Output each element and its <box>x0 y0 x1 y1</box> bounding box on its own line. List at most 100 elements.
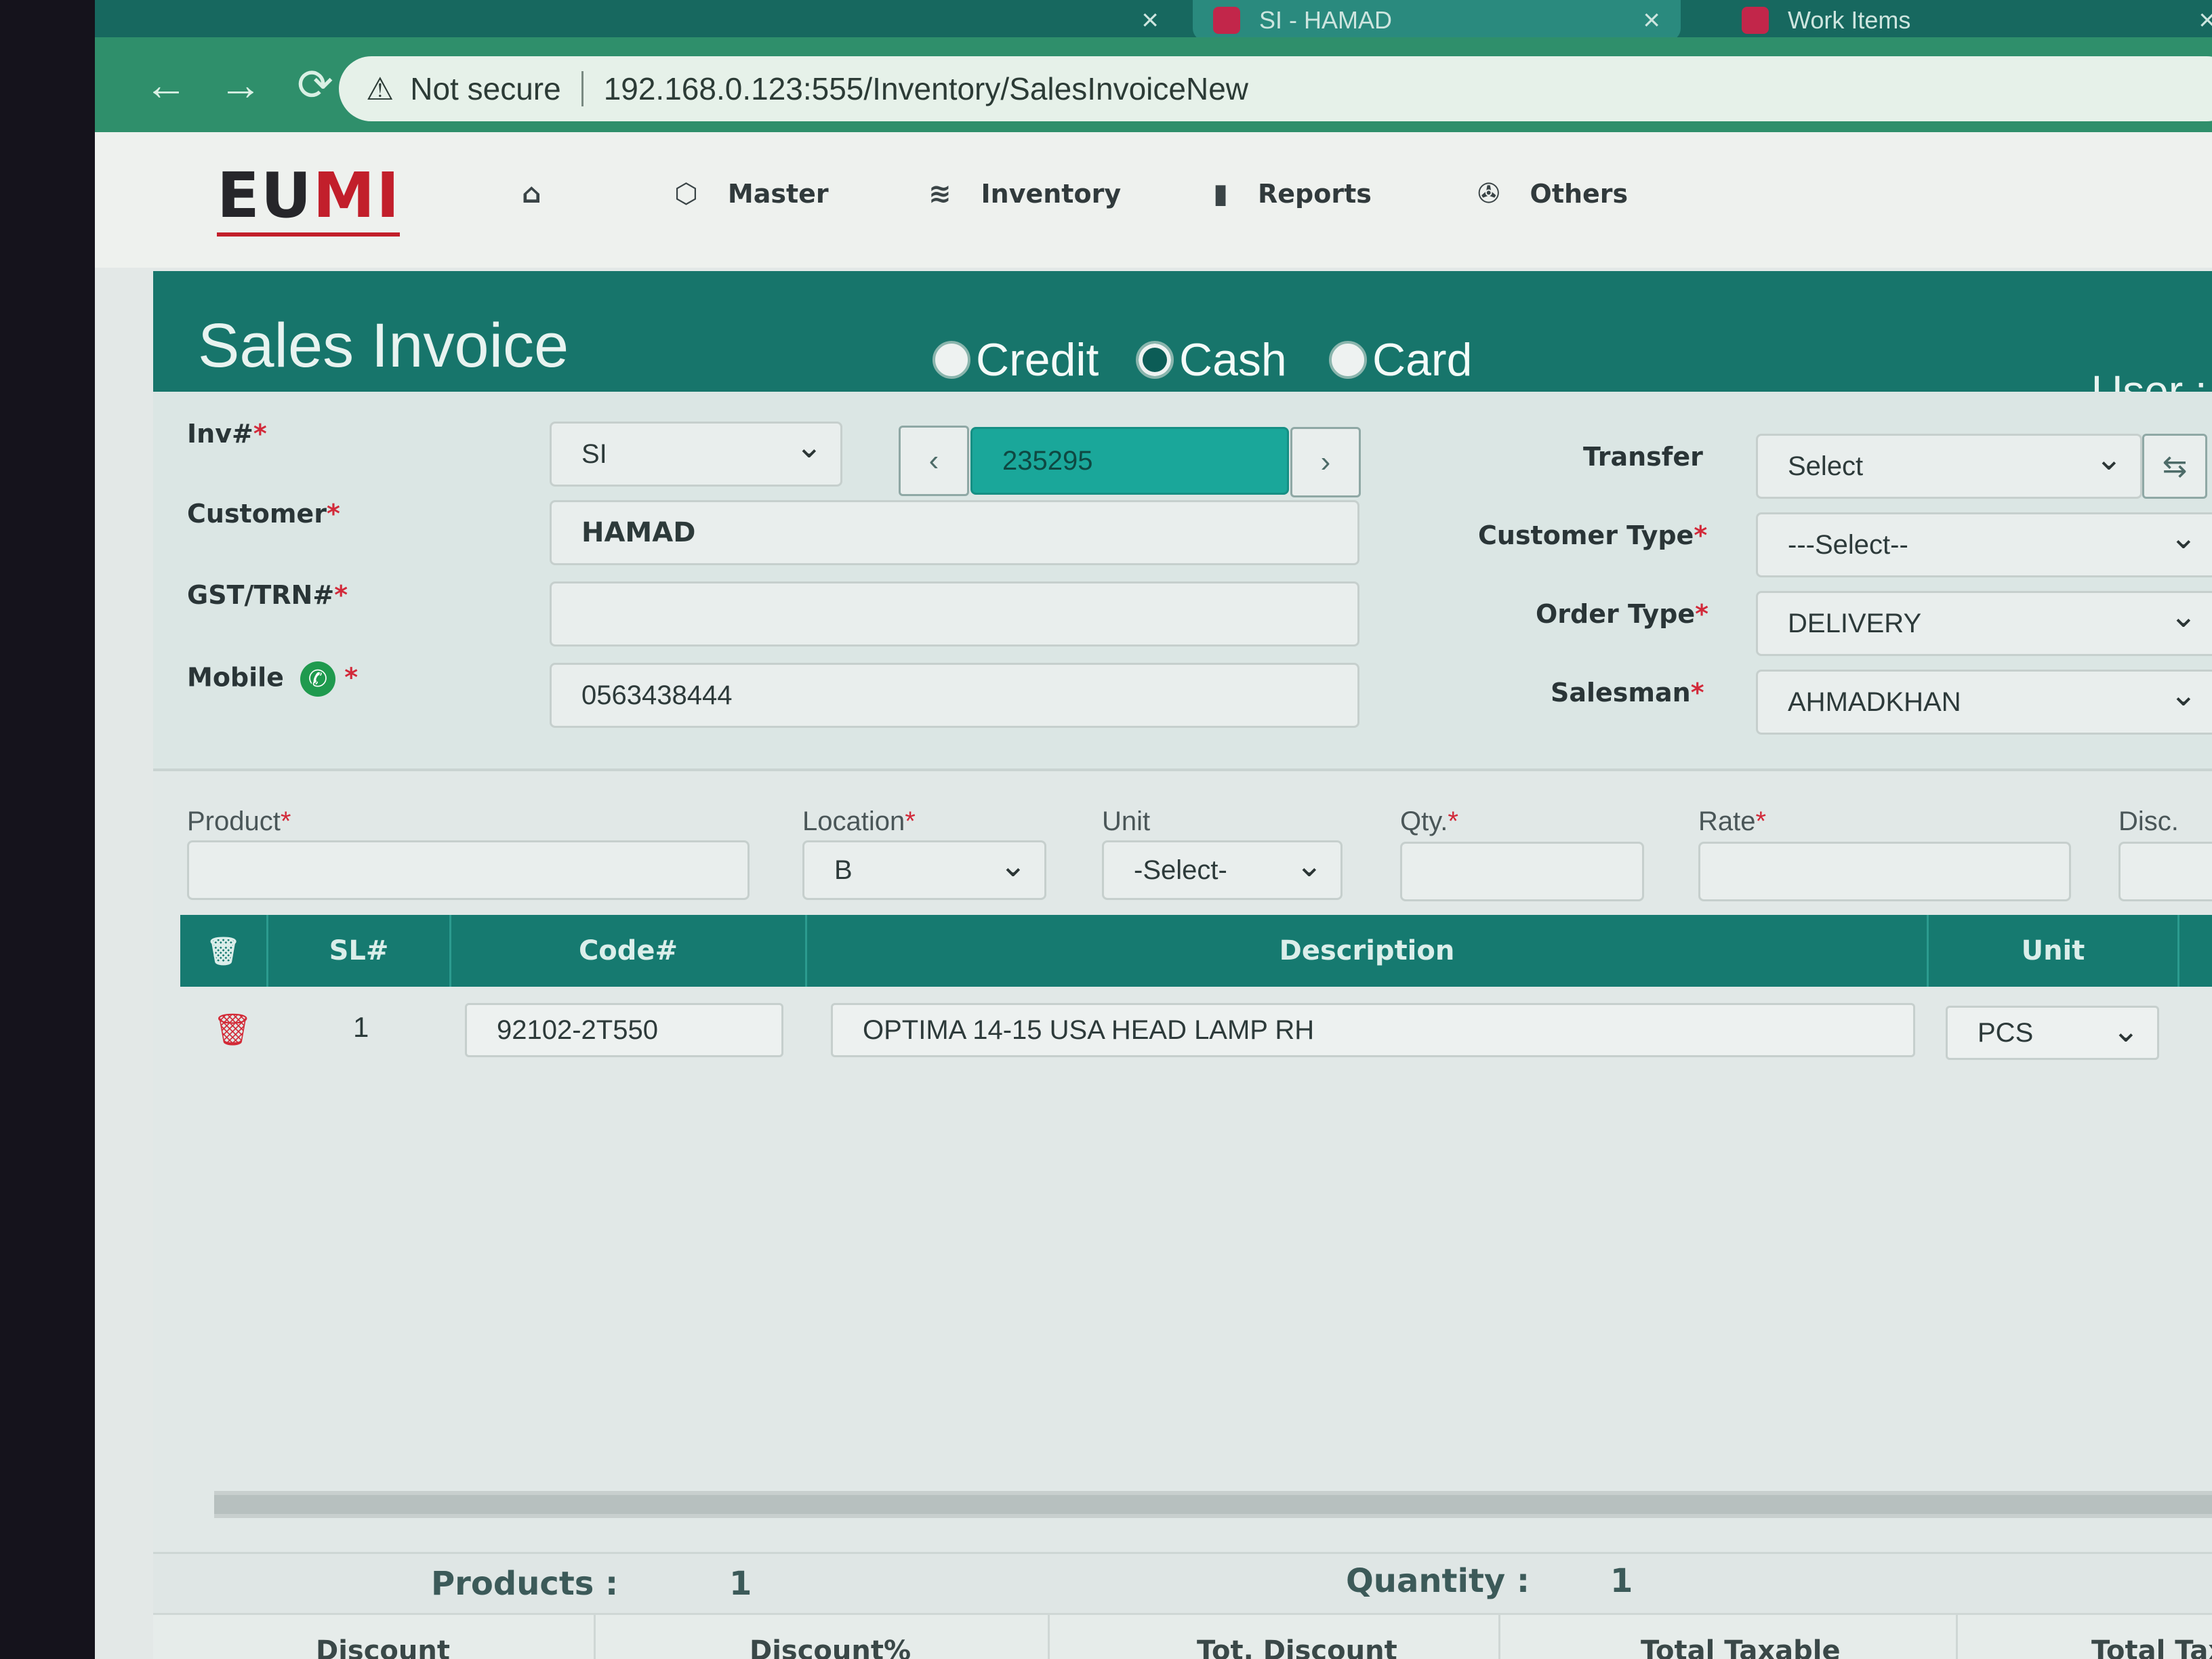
row-code-input[interactable]: 92102-2T550 <box>465 1003 783 1057</box>
payment-label: Cash <box>1179 334 1287 386</box>
product-input[interactable] <box>187 840 750 900</box>
divider <box>1498 1615 1500 1659</box>
divider <box>1048 1615 1050 1659</box>
qty-input[interactable] <box>1400 842 1644 901</box>
select-value: AHMADKHAN <box>1788 687 1961 717</box>
radio-credit[interactable] <box>933 341 970 379</box>
payment-card-option[interactable]: Card <box>1329 333 1472 386</box>
invoice-number-input[interactable]: 235295 <box>970 427 1289 495</box>
summary-bar: Products : 1 Quantity : 1 <box>153 1552 2212 1613</box>
swap-icon: ⇆ <box>2162 449 2188 483</box>
unit-select[interactable]: -Select- <box>1102 840 1343 900</box>
salesman-select[interactable]: AHMADKHAN <box>1756 670 2212 735</box>
gst-trn-input[interactable] <box>550 581 1359 647</box>
select-value: ---Select-- <box>1788 529 1908 560</box>
browser-tab-active[interactable]: SI - HAMAD × <box>1193 0 1681 41</box>
total-taxable-label: Total Taxable <box>1641 1635 1841 1659</box>
salesman-label: Salesman* <box>1551 678 1704 708</box>
next-invoice-button[interactable]: › <box>1290 427 1361 497</box>
disc-input[interactable] <box>2118 842 2212 901</box>
input-value: HAMAD <box>581 517 696 548</box>
qty-label: Qty.* <box>1400 806 1458 836</box>
chevron-right-icon: › <box>1320 445 1331 478</box>
select-value: B <box>834 855 853 885</box>
app-header: EUMI ⌂ ⬡ Master ≋ Inventory ▮ Reports ✇ … <box>95 132 2212 268</box>
nav-label: Master <box>727 179 829 209</box>
transfer-swap-button[interactable]: ⇆ <box>2142 434 2207 499</box>
row-unit-select[interactable]: PCS <box>1946 1006 2159 1060</box>
invoice-title-bar: Sales Invoice Credit Cash Card User : @A… <box>153 271 2212 415</box>
product-label: Product* <box>187 806 291 836</box>
grid-horizontal-scrollbar[interactable] <box>214 1491 2212 1518</box>
rate-input[interactable] <box>1698 842 2071 901</box>
transfer-label: Transfer <box>1583 442 1703 472</box>
forward-arrow-icon[interactable]: → <box>203 60 278 110</box>
mobile-input[interactable]: 0563438444 <box>550 663 1359 728</box>
invoice-prefix-select[interactable]: SI <box>550 422 842 487</box>
home-icon: ⌂ <box>522 178 541 209</box>
customer-type-select[interactable]: ---Select-- <box>1756 512 2212 577</box>
browser-tab[interactable]: Work Items × <box>1721 0 2212 41</box>
gst-label: GST/TRN#* <box>187 580 348 610</box>
page-title: Sales Invoice <box>198 311 569 380</box>
divider <box>581 71 583 106</box>
nav-home[interactable]: ⌂ <box>522 178 571 209</box>
nav-label: Inventory <box>981 179 1122 209</box>
sales-invoice-panel: Sales Invoice Credit Cash Card User : @A… <box>153 271 2212 1659</box>
order-type-label: Order Type* <box>1536 599 1709 629</box>
logo-underline <box>217 232 400 237</box>
whatsapp-icon[interactable]: ✆ <box>300 661 335 697</box>
customer-type-label: Customer Type* <box>1478 520 1708 550</box>
products-count-label: Products : <box>431 1565 619 1603</box>
quantity-value: 1 <box>1610 1562 1633 1600</box>
quantity-label: Quantity : <box>1346 1562 1530 1600</box>
browser-toolbar: ← → ⟳ ⚠ Not secure 192.168.0.123:555/Inv… <box>95 37 2212 132</box>
nav-reports[interactable]: ▮ Reports <box>1213 178 1372 209</box>
customer-input[interactable]: HAMAD <box>550 500 1359 565</box>
payment-label: Card <box>1372 334 1473 386</box>
tab-close-icon[interactable]: × <box>2198 3 2212 37</box>
input-value: 235295 <box>1002 445 1093 476</box>
select-value: DELIVERY <box>1788 608 1922 638</box>
payment-credit-option[interactable]: Credit <box>933 333 1099 386</box>
logo-accent-text: MI <box>312 159 401 232</box>
row-description-input[interactable]: OPTIMA 14-15 USA HEAD LAMP RH <box>831 1003 1915 1057</box>
nav-master[interactable]: ⬡ Master <box>674 178 829 209</box>
radio-card[interactable] <box>1329 341 1367 379</box>
tab-close-icon[interactable]: × <box>1141 3 1159 37</box>
tab-favicon-icon <box>1213 7 1240 34</box>
col-description: Description <box>807 915 1929 987</box>
delete-row-icon[interactable]: 🗑 <box>213 1011 252 1048</box>
payment-cash-option[interactable]: Cash <box>1136 333 1287 386</box>
transfer-select[interactable]: Select <box>1756 434 2142 499</box>
prev-invoice-button[interactable]: ‹ <box>899 426 969 496</box>
address-bar[interactable]: ⚠ Not secure 192.168.0.123:555/Inventory… <box>339 56 2212 121</box>
select-value: PCS <box>1978 1017 2034 1048</box>
invoice-header-form: Inv#* Customer* GST/TRN#* Mobile✆ * SI ‹… <box>153 392 2212 771</box>
nav-others[interactable]: ✇ Others <box>1477 178 1628 209</box>
products-count-value: 1 <box>729 1565 752 1603</box>
total-discount-label: Discount <box>316 1635 450 1659</box>
back-arrow-icon[interactable]: ← <box>129 60 203 110</box>
radio-cash[interactable] <box>1136 341 1174 379</box>
tab-close-icon[interactable]: × <box>1643 3 1660 37</box>
tab-title: Work Items <box>1788 6 1911 34</box>
browser-tab[interactable]: × <box>95 0 1179 41</box>
items-grid-header: 🗑 SL# Code# Description Unit <box>180 915 2212 987</box>
nav-inventory[interactable]: ≋ Inventory <box>928 178 1121 209</box>
url-text[interactable]: 192.168.0.123:555/Inventory/SalesInvoice… <box>604 70 1248 107</box>
col-more <box>2179 915 2212 987</box>
chevron-left-icon: ‹ <box>928 444 939 477</box>
delete-all-icon[interactable]: 🗑 <box>180 915 268 987</box>
nav-label: Others <box>1530 179 1629 209</box>
totals-bar: Discount Discount% Tot. Discount Total T… <box>153 1613 2212 1659</box>
col-unit: Unit <box>1929 915 2179 987</box>
scrollbar-thumb[interactable] <box>214 1495 2212 1514</box>
table-row: 🗑 1 92102-2T550 OPTIMA 14-15 USA HEAD LA… <box>180 996 2212 1078</box>
company-logo[interactable]: EUMI <box>217 159 401 232</box>
input-value: 0563438444 <box>581 680 733 710</box>
order-type-select[interactable]: DELIVERY <box>1756 591 2212 656</box>
security-status: Not secure <box>410 71 561 106</box>
customer-label: Customer* <box>187 499 340 529</box>
location-select[interactable]: B <box>802 840 1046 900</box>
